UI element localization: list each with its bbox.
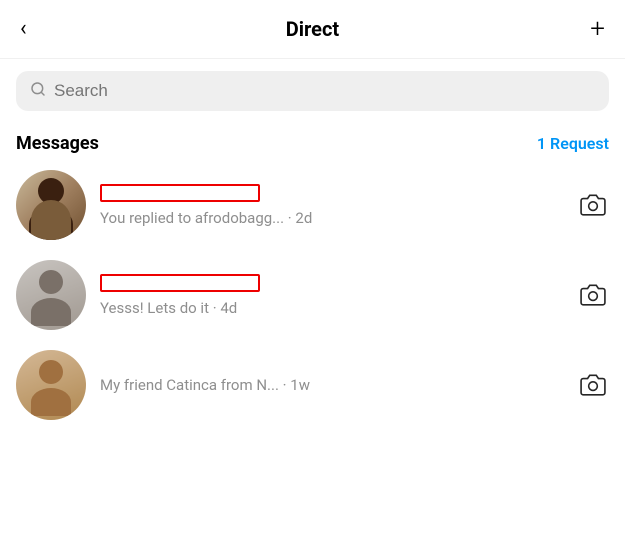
list-item[interactable]: You replied to afrodobagg... · 2d bbox=[0, 160, 625, 250]
message-content: My friend Catinca from N... · 1w bbox=[100, 376, 567, 394]
message-content: You replied to afrodobagg... · 2d bbox=[100, 184, 567, 227]
search-bar bbox=[16, 71, 609, 111]
search-icon bbox=[30, 81, 46, 101]
messages-label: Messages bbox=[16, 133, 99, 154]
back-button[interactable]: ‹ bbox=[20, 14, 35, 44]
avatar bbox=[16, 260, 86, 330]
message-list: You replied to afrodobagg... · 2d Yesss!… bbox=[0, 160, 625, 424]
messages-header: Messages 1 Request bbox=[0, 123, 625, 160]
request-link[interactable]: 1 Request bbox=[537, 134, 609, 153]
username-row bbox=[100, 274, 567, 296]
message-preview: Yesss! Lets do it · 4d bbox=[100, 299, 440, 317]
message-content: Yesss! Lets do it · 4d bbox=[100, 274, 567, 317]
username-redbox bbox=[100, 184, 260, 202]
list-item[interactable]: Yesss! Lets do it · 4d bbox=[0, 250, 625, 340]
list-item[interactable]: My friend Catinca from N... · 1w bbox=[0, 340, 625, 424]
avatar bbox=[16, 170, 86, 240]
page-title: Direct bbox=[286, 17, 339, 41]
avatar bbox=[16, 350, 86, 420]
search-input[interactable] bbox=[54, 81, 595, 101]
camera-button[interactable] bbox=[577, 279, 609, 311]
username-row bbox=[100, 184, 567, 206]
camera-button[interactable] bbox=[577, 189, 609, 221]
message-preview: You replied to afrodobagg... · 2d bbox=[100, 209, 440, 227]
username-redbox bbox=[100, 274, 260, 292]
camera-button[interactable] bbox=[577, 369, 609, 401]
header: ‹ Direct + bbox=[0, 0, 625, 59]
message-preview: My friend Catinca from N... · 1w bbox=[100, 376, 440, 394]
compose-button[interactable]: + bbox=[590, 16, 605, 42]
